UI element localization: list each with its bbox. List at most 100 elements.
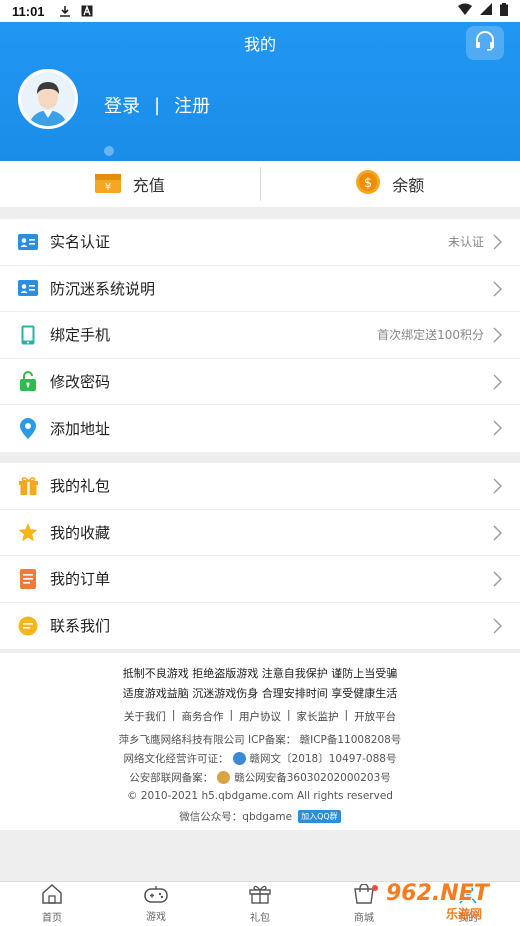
link-separator: | — [171, 709, 176, 721]
menu-item-add-address[interactable]: 添加地址 — [0, 405, 520, 452]
decorative-dot — [104, 146, 114, 156]
notification-a-icon — [81, 5, 93, 17]
chevron-right-icon — [493, 478, 502, 498]
chevron-right-icon — [493, 234, 502, 254]
watermark-logo: 962.NET — [386, 880, 489, 906]
tab-label: 游戏 — [146, 912, 166, 923]
police-record: 公安部联网备案： 赣公网安备36030202000203号 — [0, 770, 520, 785]
menu-extra: 首次绑定送100积分 — [377, 328, 484, 343]
chevron-right-icon — [493, 281, 502, 301]
menu-item-contact[interactable]: 联系我们 — [0, 603, 520, 650]
open-platform-link[interactable]: 开放平台 — [354, 709, 396, 724]
wifi-icon — [458, 3, 472, 19]
culture-license: 网络文化经营许可证： 赣网文〔2018〕10497-088号 — [0, 751, 520, 766]
menu-label: 修改密码 — [50, 372, 111, 391]
tab-label: 礼包 — [250, 913, 270, 924]
tab-gifts[interactable]: 礼包 — [208, 882, 312, 926]
menu-label: 我的订单 — [50, 570, 111, 589]
svg-text:¥: ¥ — [105, 182, 111, 193]
page-title: 我的 — [243, 35, 276, 54]
chevron-right-icon — [493, 327, 502, 347]
customer-service-button[interactable] — [466, 26, 504, 60]
police-label: 公安部联网备案： — [129, 772, 214, 784]
register-link[interactable]: 注册 — [174, 92, 210, 118]
recharge-button[interactable]: ¥ 充值 — [0, 161, 260, 207]
company-icp: 萍乡飞鹰网络科技有限公司 ICP备案： 赣ICP备11008208号 — [118, 734, 402, 746]
tab-label: 商城 — [354, 913, 374, 924]
tab-label: 首页 — [42, 913, 62, 924]
menu-label: 绑定手机 — [50, 326, 111, 345]
license-value: 赣网文〔2018〕10497-088号 — [249, 753, 397, 765]
chevron-right-icon — [493, 374, 502, 394]
link-separator: | — [287, 709, 291, 721]
menu-item-orders[interactable]: 我的订单 — [0, 556, 520, 603]
separator: | — [154, 94, 161, 116]
wallet-bar: ¥ 充值 $ 余额 — [0, 161, 520, 207]
avatar[interactable] — [18, 69, 78, 129]
gamepad-icon — [144, 885, 168, 906]
menu-label: 实名认证 — [50, 233, 111, 252]
watermark-text: 乐游网 — [446, 906, 483, 921]
license-label: 网络文化经营许可证： — [123, 753, 229, 765]
order-list-icon — [18, 568, 38, 589]
gift-box-icon — [249, 884, 271, 907]
menu-item-anti-addiction[interactable]: 防沉迷系统说明 — [0, 266, 520, 312]
battery-icon — [500, 2, 508, 20]
lock-icon — [18, 371, 38, 392]
svg-text:$: $ — [364, 176, 372, 191]
about-link[interactable]: 关于我们 — [124, 709, 166, 724]
notification-dot — [372, 885, 378, 891]
tab-games[interactable]: 游戏 — [104, 882, 208, 926]
recharge-label: 充值 — [132, 176, 165, 195]
star-icon — [18, 522, 38, 542]
user-agreement-link[interactable]: 用户协议 — [239, 709, 281, 724]
home-icon — [41, 883, 63, 907]
parental-guard-link[interactable]: 家长监护 — [297, 709, 339, 724]
id-card-icon — [18, 232, 38, 252]
phone-icon — [18, 325, 38, 345]
download-icon — [59, 5, 71, 17]
menu-label: 添加地址 — [50, 419, 111, 438]
wechat-row: 微信公众号：qbdgame 加入QQ群 — [0, 809, 520, 824]
chevron-right-icon — [493, 525, 502, 545]
status-bar: 11:01 — [0, 0, 520, 22]
culture-badge-icon — [232, 752, 246, 765]
police-value: 赣公网安备36030202000203号 — [234, 772, 391, 784]
watermark: 962.NET 乐游网 — [386, 880, 516, 924]
menu-label: 我的收藏 — [50, 523, 111, 542]
menu-label: 防沉迷系统说明 — [50, 279, 156, 298]
site-footer: 抵制不良游戏 拒绝盗版游戏 注意自我保护 谨防上当受骗 适度游戏益脑 沉迷游戏伤… — [0, 653, 520, 830]
headset-icon — [474, 30, 496, 56]
gift-icon — [18, 476, 38, 496]
menu-item-gift-pack[interactable]: 我的礼包 — [0, 463, 520, 510]
status-time: 11:01 — [12, 3, 45, 19]
tab-home[interactable]: 首页 — [0, 882, 104, 926]
login-link[interactable]: 登录 — [104, 92, 140, 118]
chevron-right-icon — [493, 420, 502, 440]
location-pin-icon — [18, 417, 38, 439]
menu-item-realname[interactable]: 实名认证 未认证 — [0, 219, 520, 266]
login-register: 登录 | 注册 — [104, 92, 210, 118]
link-separator: | — [344, 709, 349, 721]
menu-label: 联系我们 — [50, 617, 111, 636]
menu-item-bind-phone[interactable]: 绑定手机 首次绑定送100积分 — [0, 312, 520, 359]
menu-extra: 未认证 — [447, 235, 484, 250]
copyright: © 2010-2021 h5.qbdgame.com All rights re… — [127, 790, 393, 802]
wechat-account: 微信公众号：qbdgame — [179, 811, 293, 823]
id-card-icon — [18, 278, 38, 298]
health-notice-line-1: 抵制不良游戏 拒绝盗版游戏 注意自我保护 谨防上当受骗 — [122, 667, 398, 680]
activity-menu: 我的礼包 我的收藏 我的订单 联系我们 — [0, 463, 520, 649]
menu-item-favorites[interactable]: 我的收藏 — [0, 510, 520, 556]
menu-item-change-password[interactable]: 修改密码 — [0, 359, 520, 405]
chevron-right-icon — [493, 618, 502, 638]
wallet-icon: ¥ — [94, 171, 121, 197]
join-qq-group-button[interactable]: 加入QQ群 — [298, 810, 341, 823]
link-separator: | — [229, 709, 233, 721]
footer-links: 关于我们 | 商务合作 | 用户协议 | 家长监护 | 开放平台 — [0, 709, 520, 724]
police-badge-icon — [217, 771, 231, 784]
chevron-right-icon — [493, 571, 502, 591]
balance-button[interactable]: $ 余额 — [261, 161, 520, 207]
coin-icon: $ — [356, 170, 381, 198]
menu-label: 我的礼包 — [50, 477, 111, 496]
business-link[interactable]: 商务合作 — [181, 709, 223, 724]
